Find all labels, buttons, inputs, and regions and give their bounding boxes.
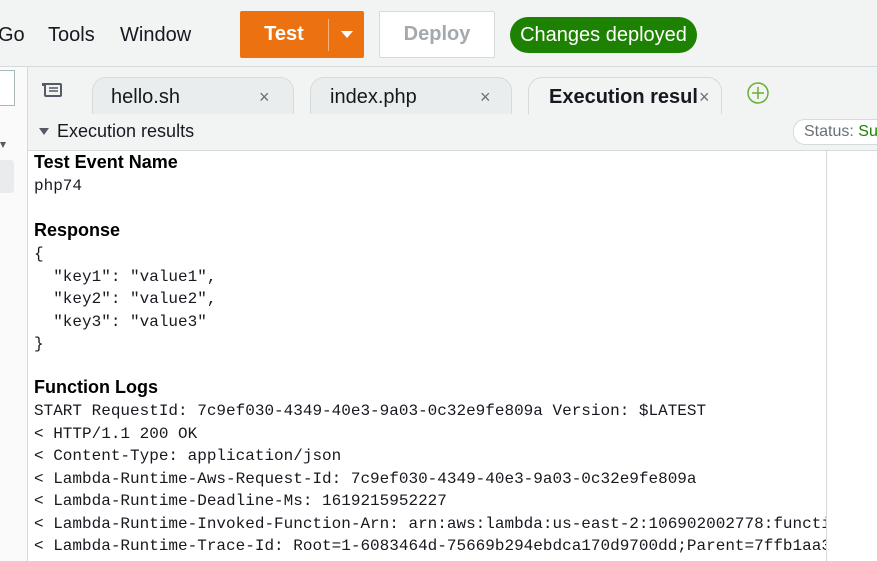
changes-deployed-badge: Changes deployed (510, 17, 697, 53)
menu-go[interactable]: Go (0, 24, 25, 47)
right-gutter (827, 151, 877, 561)
execution-results-content: Test Event Name php74 Response { "key1":… (28, 151, 827, 561)
execution-results-header: Execution results Status: Su (28, 114, 877, 151)
log-line: < Lambda-Runtime-Deadline-Ms: 1619215952… (34, 492, 447, 510)
status-label: Status: (804, 123, 854, 140)
log-line: START RequestId: 7c9ef030-4349-40e3-9a03… (34, 402, 707, 420)
response-line: "key2": "value2", (34, 290, 217, 308)
response-line: "key3": "value3" (34, 313, 207, 331)
top-toolbar: Go Tools Window Test Deploy Changes depl… (0, 0, 877, 67)
tab-label: index.php (330, 86, 417, 108)
panel-title[interactable]: Execution results (57, 121, 194, 142)
status-value: Su (858, 123, 877, 140)
log-line: < HTTP/1.1 200 OK (34, 425, 198, 443)
tab-hello-sh[interactable]: hello.sh × (92, 77, 294, 115)
test-event-name: php74 (34, 177, 83, 195)
close-icon[interactable]: × (699, 87, 710, 108)
close-icon[interactable]: × (259, 87, 270, 108)
test-button-label: Test (264, 23, 304, 45)
status-badge: Status: Su (793, 119, 877, 145)
log-line: < Lambda-Runtime-Aws-Request-Id: 7c9ef03… (34, 470, 697, 488)
close-icon[interactable]: × (480, 87, 491, 108)
collapse-caret-icon[interactable] (38, 127, 50, 136)
log-line: < Lambda-Runtime-Trace-Id: Root=1-608346… (34, 537, 827, 555)
menu-window[interactable]: Window (120, 24, 191, 47)
test-dropdown-button[interactable] (329, 30, 364, 39)
tab-label: hello.sh (111, 86, 180, 108)
tab-execution-results[interactable]: Execution results × (528, 77, 722, 115)
dropdown-caret-icon (340, 31, 353, 38)
tab-list-icon[interactable] (42, 83, 64, 99)
response-line: "key1": "value1", (34, 268, 217, 286)
tab-label: Execution results (549, 86, 697, 108)
log-line: < Lambda-Runtime-Invoked-Function-Arn: a… (34, 515, 827, 533)
editor-tab-bar: hello.sh × index.php × Execution results… (28, 67, 877, 115)
response-line: } (34, 335, 44, 353)
selected-folder-item[interactable] (0, 160, 14, 193)
file-search-input[interactable] (0, 70, 15, 106)
deploy-button[interactable]: Deploy (379, 11, 495, 58)
function-logs-heading: Function Logs (34, 377, 158, 397)
test-event-heading: Test Event Name (34, 152, 178, 172)
menu-tools[interactable]: Tools (48, 24, 95, 47)
tab-index-php[interactable]: index.php × (310, 77, 512, 115)
response-heading: Response (34, 220, 121, 240)
log-line: < Content-Type: application/json (34, 447, 342, 465)
collapse-caret-icon[interactable] (0, 142, 6, 150)
response-line: { (34, 245, 44, 263)
add-tab-icon[interactable] (746, 81, 770, 105)
test-button[interactable]: Test (240, 11, 364, 58)
